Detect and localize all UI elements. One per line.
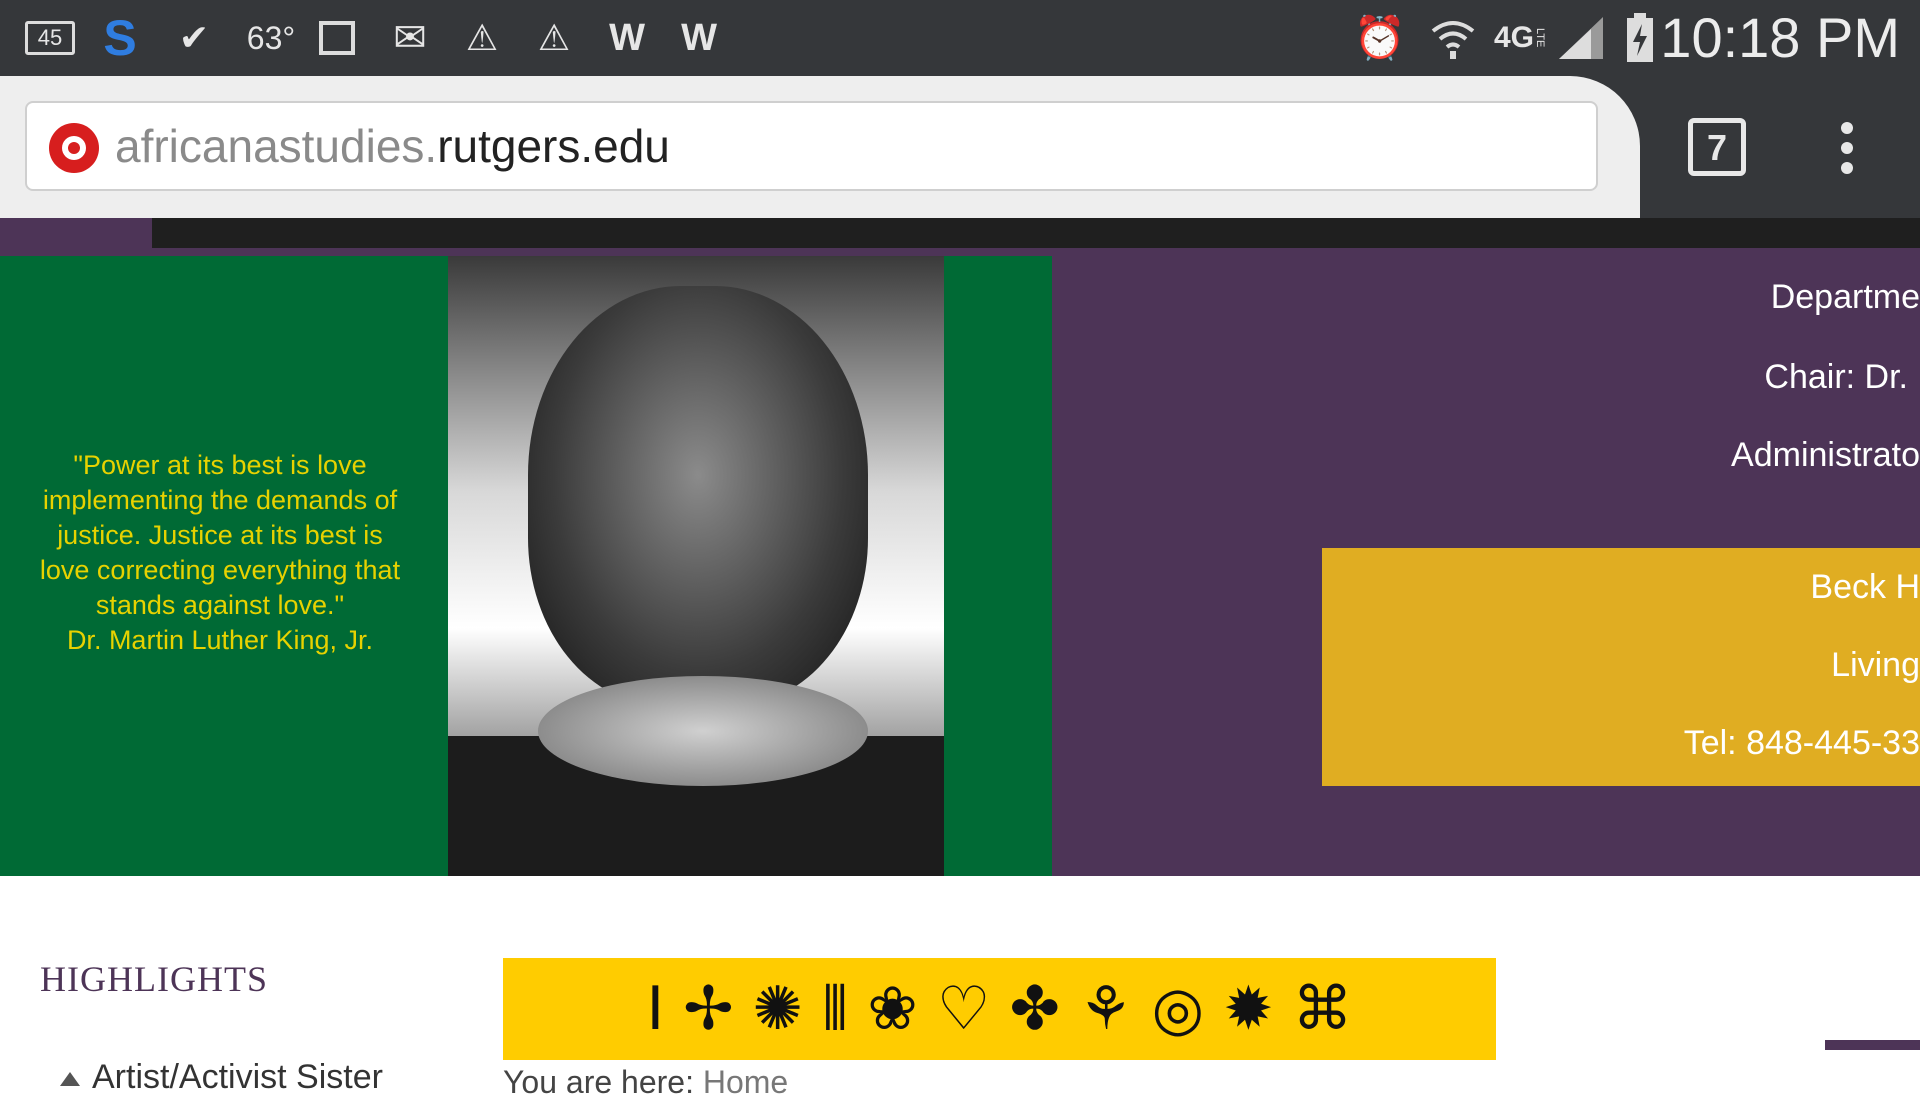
network-type-label: 4G	[1493, 21, 1535, 54]
mlk-portrait-image	[448, 256, 944, 876]
mlk-quote: "Power at its best is love implementing …	[10, 448, 430, 658]
warning-file-icon-2: ⚠	[537, 17, 571, 58]
contact-phone[interactable]: Tel: 848-445-33	[1684, 724, 1920, 763]
quote-author: Dr. Martin Luther King, Jr.	[66, 625, 374, 655]
sync-s-icon: S	[103, 10, 137, 66]
network-sub-label: LTE	[1534, 28, 1547, 48]
nav-strip-left	[0, 218, 152, 248]
url-subdomain: africanastudies.	[115, 120, 438, 172]
warning-file-icon: ⚠	[465, 17, 499, 58]
battery-percent-icon: 45	[22, 0, 78, 76]
contact-building: Beck H	[1810, 568, 1920, 606]
quote-line: "Power at its best is love	[73, 450, 367, 480]
quote-line: implementing the demands of	[42, 485, 398, 515]
divider	[1825, 1040, 1920, 1050]
bullet-icon	[60, 1072, 80, 1087]
adinkra-symbols: Ⅰ ✢ ✺ ⦀ ❀ ♡ ✤ ⚘ ◎ ✹ ⌘	[646, 974, 1353, 1044]
breadcrumb: You are here: Home	[503, 1064, 788, 1101]
battery-percent-label: 45	[25, 21, 75, 55]
battery-charging-icon	[1620, 0, 1660, 76]
breadcrumb-prefix: You are here:	[503, 1064, 703, 1100]
highlights-heading: HIGHLIGHTS	[40, 959, 268, 999]
url-bar[interactable]: africanastudies.rutgers.edu	[25, 101, 1598, 191]
highlight-list-item[interactable]: Artist/Activist Sister	[60, 1058, 383, 1097]
contact-living: Living	[1831, 646, 1920, 684]
image-notification-icon	[315, 0, 359, 76]
wifi-icon	[1425, 0, 1481, 76]
highlight-link[interactable]: Artist/Activist Sister	[92, 1058, 383, 1096]
administrator-label: Administrato	[1731, 436, 1920, 474]
temperature-label: 63°	[246, 19, 296, 56]
gmail-icon: ✉	[393, 16, 427, 60]
overflow-menu-icon[interactable]	[1835, 118, 1859, 178]
clock-time: 10:18 PM	[1660, 6, 1900, 69]
department-title: Departme	[1770, 278, 1920, 316]
wish-app-icon-2: W	[681, 16, 717, 59]
status-bar: 45 S ✔ 63° ✉ ⚠ ⚠ W W ⏰ 4G LTE 10:18 PM	[0, 0, 1920, 76]
wish-app-icon: W	[609, 16, 645, 59]
check-notification-icon: ✔	[178, 17, 210, 58]
quote-line: love correcting everything that	[39, 555, 401, 585]
breadcrumb-home-link[interactable]: Home	[703, 1064, 788, 1100]
adinkra-symbols-banner: Ⅰ ✢ ✺ ⦀ ❀ ♡ ✤ ⚘ ◎ ✹ ⌘	[503, 958, 1496, 1060]
alarm-icon: ⏰	[1353, 13, 1407, 61]
url-domain: rutgers.edu	[437, 120, 670, 172]
signal-strength-icon	[1555, 0, 1607, 76]
rutgers-favicon-icon	[49, 123, 99, 173]
chair-label: Chair: Dr.	[1764, 358, 1908, 396]
url-text[interactable]: africanastudies.rutgers.edu	[115, 103, 670, 189]
tab-switcher-button[interactable]: 7	[1688, 118, 1746, 176]
network-type-icon: 4G LTE	[1490, 0, 1550, 76]
site-navigation-bar[interactable]	[152, 218, 1920, 248]
quote-line: justice. Justice at its best is	[57, 520, 383, 550]
contact-box: Beck H Living Tel: 848-445-33	[1322, 548, 1920, 786]
quote-line: stands against love."	[95, 590, 345, 620]
